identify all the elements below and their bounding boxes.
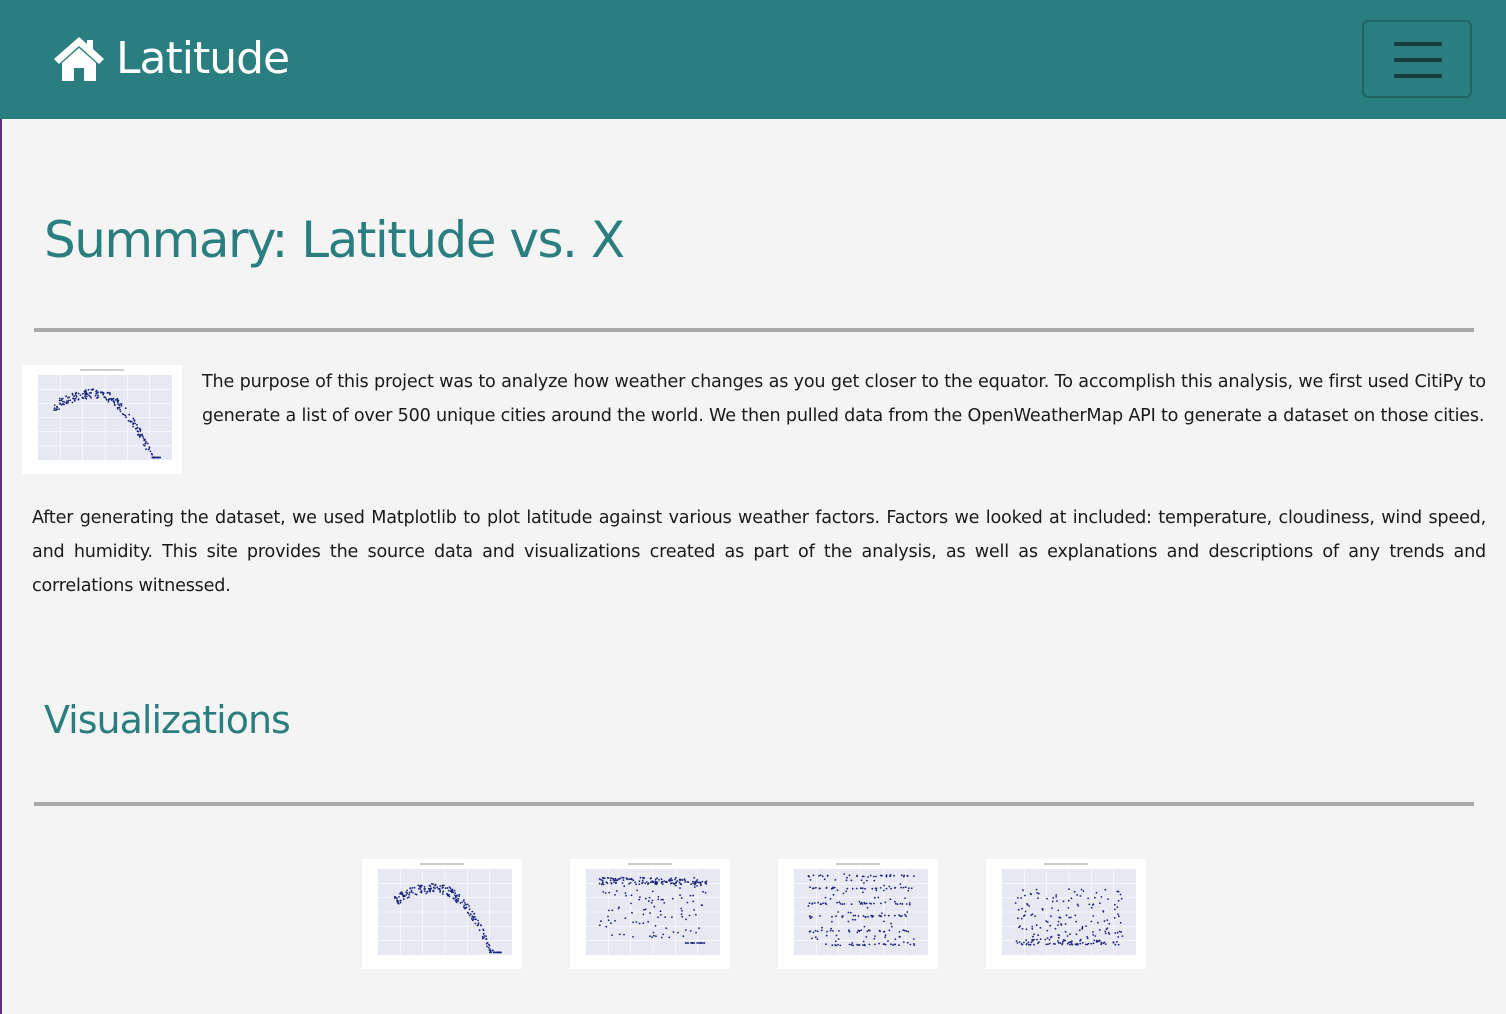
top-navbar: Latitude (0, 0, 1506, 119)
temperature-plot-link[interactable] (362, 859, 522, 969)
wind-speed-plot-link[interactable] (986, 859, 1146, 969)
left-edge-accent (0, 0, 2, 1014)
analysis-paragraph: After generating the dataset, we used Ma… (32, 508, 1486, 596)
brand-link[interactable]: Latitude (52, 32, 290, 86)
page-title: Summary: Latitude vs. X (44, 211, 625, 269)
title-divider (34, 328, 1474, 332)
visualizations-heading: Visualizations (44, 698, 291, 742)
intro-paragraph: The purpose of this project was to analy… (202, 372, 1486, 426)
visualizations-divider (34, 802, 1474, 806)
humidity-plot-link[interactable] (570, 859, 730, 969)
hamburger-menu-button[interactable] (1362, 20, 1472, 98)
temperature-scatter-thumbnail (22, 365, 182, 474)
brand-title: Latitude (116, 33, 290, 84)
home-icon (54, 37, 104, 81)
hamburger-menu-icon (1394, 42, 1444, 80)
cloudiness-plot-link[interactable] (778, 859, 938, 969)
